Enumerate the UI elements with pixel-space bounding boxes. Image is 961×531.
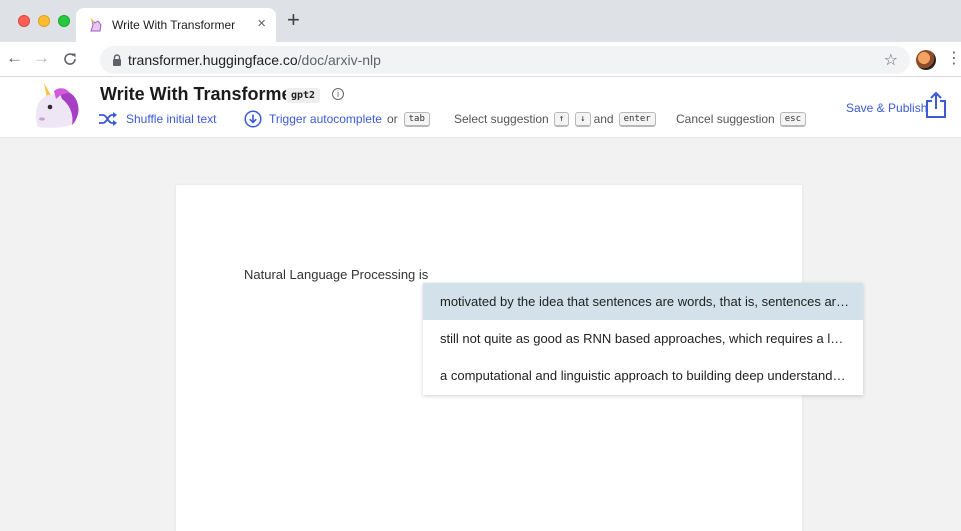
cancel-suggestion-label: Cancel suggestion bbox=[676, 112, 775, 126]
suggestion-item[interactable]: still not quite as good as RNN based app… bbox=[423, 320, 863, 357]
shortcut-bar: Shuffle initial text Trigger autocomplet… bbox=[98, 110, 818, 130]
esc-key: esc bbox=[779, 111, 806, 127]
shuffle-button[interactable]: Shuffle initial text bbox=[98, 110, 217, 128]
unicorn-icon bbox=[36, 83, 79, 128]
enter-key: enter bbox=[618, 111, 656, 127]
tab-title: Write With Transformer bbox=[112, 18, 236, 32]
unicorn-favicon-icon bbox=[90, 18, 102, 32]
trigger-autocomplete-label: Trigger autocomplete bbox=[269, 112, 382, 126]
lock-icon bbox=[113, 54, 121, 66]
page-title: Write With Transformer bbox=[100, 84, 299, 104]
address-bar[interactable]: transformer.huggingface.co/doc/arxiv-nlp… bbox=[100, 46, 910, 74]
browser-toolbar: ← → transformer.huggingface.co/doc/arxiv… bbox=[0, 42, 961, 77]
down-key: ↓ bbox=[575, 111, 591, 127]
url-host: transformer.huggingface.co bbox=[128, 52, 298, 68]
shuffle-icon bbox=[99, 112, 117, 126]
window-minimize-button[interactable] bbox=[38, 15, 50, 27]
select-suggestion-label: Select suggestion bbox=[454, 112, 549, 126]
url-text: transformer.huggingface.co/doc/arxiv-nlp bbox=[128, 52, 381, 68]
forward-icon[interactable]: → bbox=[33, 48, 50, 68]
reload-icon[interactable] bbox=[62, 51, 78, 67]
or-text: or bbox=[386, 112, 398, 126]
cancel-suggestion-hint: Cancel suggestion esc bbox=[676, 110, 809, 128]
tab-key: tab bbox=[403, 111, 430, 127]
new-tab-button[interactable]: + bbox=[287, 9, 300, 31]
shuffle-label: Shuffle initial text bbox=[126, 112, 217, 126]
bookmark-star-icon[interactable]: ☆ bbox=[884, 50, 898, 70]
select-suggestion-hint: Select suggestion ↑ ↓ and enter bbox=[454, 110, 659, 128]
model-badge: gpt2 bbox=[286, 88, 321, 103]
save-publish-button[interactable]: Save & Publish bbox=[846, 101, 927, 115]
download-circle-icon bbox=[244, 110, 262, 128]
browser-tab-bar: Write With Transformer × + bbox=[0, 0, 961, 42]
up-key: ↑ bbox=[553, 111, 570, 127]
tab-close-icon[interactable]: × bbox=[257, 15, 266, 33]
trigger-autocomplete-button[interactable]: Trigger autocomplete or tab bbox=[244, 110, 433, 128]
suggestion-item[interactable]: motivated by the idea that sentences are… bbox=[423, 283, 863, 320]
window-close-button[interactable] bbox=[18, 15, 30, 27]
and-text: and bbox=[593, 112, 614, 126]
share-icon[interactable] bbox=[925, 91, 947, 119]
profile-avatar[interactable] bbox=[916, 50, 936, 70]
suggestion-list: motivated by the idea that sentences are… bbox=[423, 283, 863, 395]
suggestion-item[interactable]: a computational and linguistic approach … bbox=[423, 357, 863, 394]
editor-text[interactable]: Natural Language Processing is bbox=[244, 267, 428, 282]
window-zoom-button[interactable] bbox=[58, 15, 70, 27]
info-icon[interactable]: i bbox=[332, 88, 344, 100]
back-icon[interactable]: ← bbox=[6, 48, 23, 68]
url-path: /doc/arxiv-nlp bbox=[297, 52, 381, 68]
browser-tab[interactable]: Write With Transformer × bbox=[76, 8, 276, 42]
browser-menu-icon[interactable]: ⋮ bbox=[946, 48, 961, 68]
app-header: Write With Transformer gpt2 i Shuffle in… bbox=[0, 77, 961, 138]
